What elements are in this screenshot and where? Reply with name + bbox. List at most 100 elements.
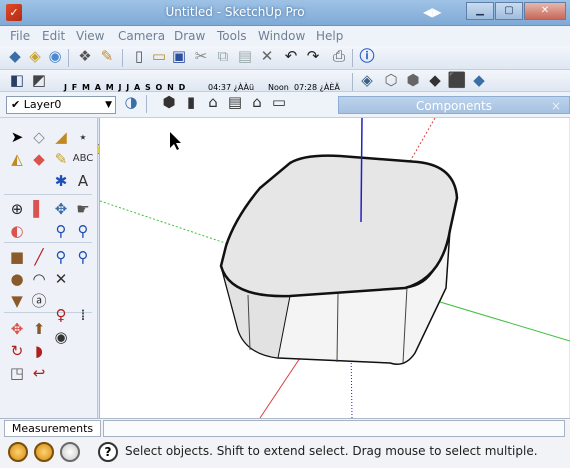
credits-icon[interactable] — [34, 442, 54, 462]
walk-icon[interactable]: ⋆ — [72, 126, 94, 148]
tool-separator — [4, 194, 92, 195]
wireframe-icon[interactable]: ⬡ — [380, 70, 402, 90]
close-icon[interactable]: × — [551, 97, 561, 115]
large-tool-set: ➤ ◇ ◢ ⋆ ◭ ◆ ✎ ABC ✱ A ⊕ ▌ ✥ ☛ ◐ ⚲ ⚲ ■ ╱ … — [0, 118, 98, 418]
status-bar: Measurements ? Select objects. Shift to … — [0, 418, 570, 468]
share-model-icon[interactable]: ◉ — [44, 46, 66, 66]
component-icon[interactable]: ❖ — [74, 46, 96, 66]
arc-icon[interactable]: ◠ — [28, 268, 50, 290]
select-tool-icon[interactable]: ➤ — [6, 126, 28, 148]
menu-tools[interactable]: Tools — [217, 29, 247, 43]
offset-icon[interactable]: ↩ — [28, 362, 50, 384]
eraser-pink-icon[interactable]: ◆ — [28, 148, 50, 170]
walk-person-icon[interactable]: ♀ — [50, 304, 72, 326]
zoom-window-icon[interactable]: ⚲ — [72, 220, 94, 242]
menu-camera[interactable]: Camera — [118, 29, 165, 43]
text-tool-icon[interactable]: ABC — [72, 148, 94, 170]
display-shadows-icon[interactable]: ◩ — [28, 70, 50, 90]
iso-view-icon[interactable]: ⬢ — [158, 92, 180, 112]
freehand-icon[interactable]: ⓐ — [28, 290, 50, 312]
xray-icon[interactable]: ◈ — [356, 70, 378, 90]
circle-icon[interactable]: ● — [6, 268, 28, 290]
paint-icon[interactable]: ✎ — [96, 46, 118, 66]
move-icon[interactable]: ✥ — [6, 318, 28, 340]
minimize-icon[interactable]: ▁ — [466, 2, 494, 20]
zoom-icon[interactable]: ⚲ — [50, 220, 72, 242]
left-view-icon[interactable]: ▭ — [268, 92, 290, 112]
look-eye-icon[interactable]: ◉ — [50, 326, 72, 348]
help-icon[interactable]: ? — [98, 442, 118, 462]
status-hint: Select objects. Shift to extend select. … — [125, 444, 538, 458]
hidden-line-icon[interactable]: ⬢ — [402, 70, 424, 90]
position-camera-icon[interactable]: ◐ — [6, 220, 28, 242]
undo-icon[interactable]: ↶ — [280, 46, 302, 66]
menu-window[interactable]: Window — [258, 29, 305, 43]
window-controls: ▁ ▢ ✕ — [465, 2, 566, 20]
footprints-icon[interactable]: ⁞ — [72, 304, 94, 326]
menu-view[interactable]: View — [76, 29, 104, 43]
maximize-icon[interactable]: ▢ — [495, 2, 523, 20]
shaded-textures-icon[interactable]: ⬛ — [446, 70, 468, 90]
previous-view-icon[interactable]: ⚲ — [72, 246, 94, 268]
viewport-scene — [99, 117, 570, 419]
standard-toolbar: ◆ ◈ ◉ ❖ ✎ ▯ ▭ ▣ ✂ ⧉ ▤ ✕ ↶ ↷ ⎙ ⓘ — [0, 46, 570, 70]
model-info-icon[interactable]: ⓘ — [356, 46, 378, 66]
geo-location-icon[interactable] — [8, 442, 28, 462]
rectangle-icon[interactable]: ■ — [6, 246, 28, 268]
back-view-icon[interactable]: ⌂ — [246, 92, 268, 112]
shadow-settings-icon[interactable]: ◧ — [6, 70, 28, 90]
erase-icon[interactable]: ✕ — [256, 46, 278, 66]
getting-started-icon[interactable]: ◆ — [4, 46, 26, 66]
components-panel-header[interactable]: Components × — [338, 96, 570, 114]
front-view-icon[interactable]: ⌂ — [202, 92, 224, 112]
component-tool-icon[interactable]: ◇ — [28, 126, 50, 148]
user-icon[interactable] — [60, 442, 80, 462]
print-icon[interactable]: ⎙ — [328, 46, 350, 66]
pan-icon[interactable]: ✥ — [50, 198, 72, 220]
menu-help[interactable]: Help — [316, 29, 343, 43]
menu-file[interactable]: File — [10, 29, 30, 43]
menu-draw[interactable]: Draw — [174, 29, 205, 43]
push-pull-icon[interactable]: ⬆ — [28, 318, 50, 340]
new-file-icon[interactable]: ▯ — [128, 46, 150, 66]
toolbar-separator — [352, 73, 353, 91]
modeling-viewport[interactable] — [99, 117, 570, 419]
title-bar: ✓ Untitled - SketchUp Pro ◀▶ ▁ ▢ ✕ — [0, 0, 570, 26]
follow-me-icon[interactable]: ◗ — [28, 340, 50, 362]
look-around-icon[interactable]: ✕ — [50, 268, 72, 290]
close-icon[interactable]: ✕ — [524, 2, 566, 20]
line-icon[interactable]: ╱ — [28, 246, 50, 268]
3d-text-icon[interactable]: A — [72, 170, 94, 192]
polygon-icon[interactable]: ▼ — [6, 290, 28, 312]
zoom-extents-icon[interactable]: ⚲ — [50, 246, 72, 268]
orbit-icon[interactable]: ⊕ — [6, 198, 28, 220]
box-top-face[interactable] — [219, 154, 459, 298]
rotate-icon[interactable]: ↻ — [6, 340, 28, 362]
toolbar-separator — [146, 95, 147, 113]
copy-icon[interactable]: ⧉ — [212, 46, 234, 66]
warehouse-icon[interactable]: ◈ — [24, 46, 46, 66]
save-icon[interactable]: ▣ — [168, 46, 190, 66]
shaded-icon[interactable]: ◆ — [424, 70, 446, 90]
hand-icon[interactable]: ☛ — [72, 198, 94, 220]
tape-measure-icon[interactable]: ✎ — [50, 148, 72, 170]
right-view-icon[interactable]: ▤ — [224, 92, 246, 112]
redo-icon[interactable]: ↷ — [302, 46, 324, 66]
measurements-label: Measurements — [4, 420, 101, 437]
layer-manager-icon[interactable]: ◑ — [120, 92, 142, 112]
section-plane-icon[interactable]: ▌ — [28, 198, 50, 220]
blue-axis — [360, 117, 363, 223]
axes-tool-icon[interactable]: ✱ — [50, 170, 72, 192]
cut-icon[interactable]: ✂ — [190, 46, 212, 66]
measurements-input[interactable] — [103, 420, 565, 437]
double-arrow-icon[interactable]: ◀▶ — [423, 5, 449, 20]
monochrome-icon[interactable]: ◆ — [468, 70, 490, 90]
paint-bucket-icon[interactable]: ◢ — [50, 126, 72, 148]
open-folder-icon[interactable]: ▭ — [148, 46, 170, 66]
menu-edit[interactable]: Edit — [42, 29, 65, 43]
top-view-icon[interactable]: ▮ — [180, 92, 202, 112]
eraser-icon[interactable]: ◭ — [6, 148, 28, 170]
scale-icon[interactable]: ◳ — [6, 362, 28, 384]
layer-dropdown[interactable]: ✔ Layer0 ▼ — [6, 96, 116, 114]
paste-icon[interactable]: ▤ — [234, 46, 256, 66]
